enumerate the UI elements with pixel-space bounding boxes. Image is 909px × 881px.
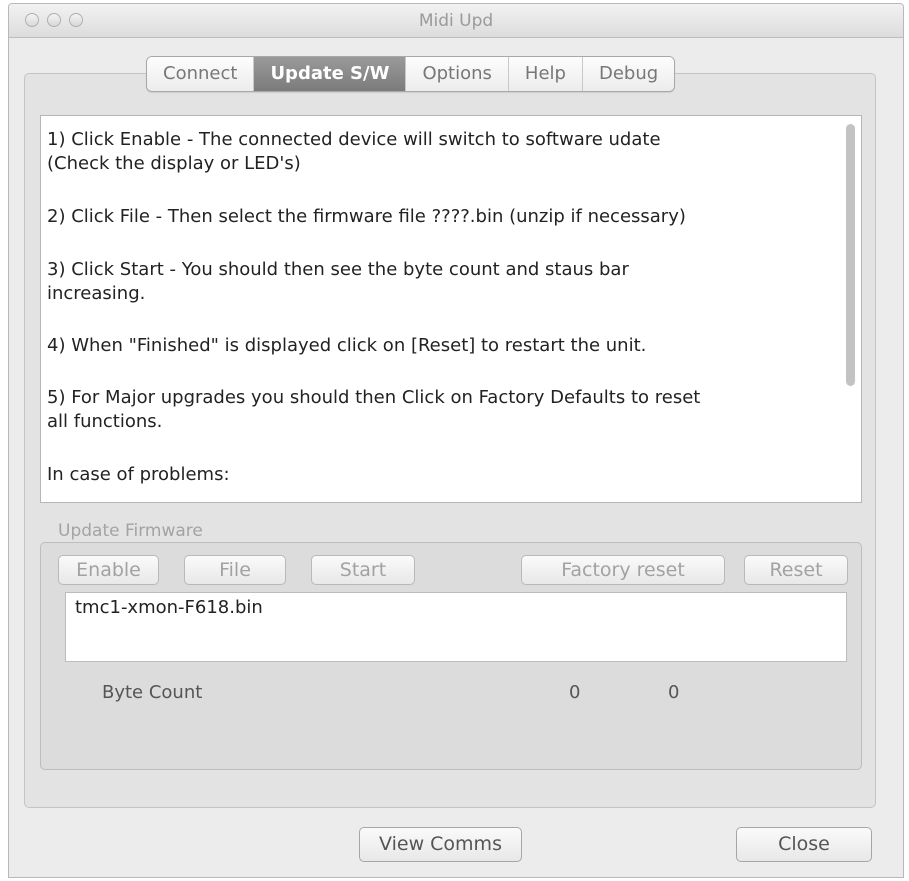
- instruction-line: 2) Click File - Then select the firmware…: [47, 206, 686, 227]
- byte-count-total: 0: [668, 682, 680, 703]
- instruction-line: 5) For Major upgrades you should then Cl…: [47, 387, 701, 408]
- instruction-line: increasing.: [47, 283, 146, 304]
- view-comms-button[interactable]: View Comms: [359, 827, 522, 862]
- instruction-line: 3) Click Start - You should then see the…: [47, 259, 629, 280]
- byte-count-label: Byte Count: [102, 682, 203, 703]
- file-name-field[interactable]: tmc1-xmon-F618.bin: [65, 592, 847, 662]
- title-bar: Midi Upd: [9, 4, 903, 38]
- file-button[interactable]: File: [184, 555, 286, 585]
- close-button[interactable]: Close: [736, 827, 872, 862]
- window-title: Midi Upd: [418, 11, 494, 31]
- reset-button[interactable]: Reset: [744, 555, 848, 585]
- instructions-text-area[interactable]: 1) Click Enable - The connected device w…: [40, 115, 862, 503]
- start-button[interactable]: Start: [311, 555, 415, 585]
- enable-button[interactable]: Enable: [58, 555, 159, 585]
- instruction-line: In case of problems:: [47, 464, 230, 485]
- instruction-line: all functions.: [47, 411, 163, 432]
- update-firmware-label: Update Firmware: [58, 521, 203, 541]
- tab-options[interactable]: Options: [406, 57, 509, 91]
- tab-help[interactable]: Help: [508, 57, 583, 91]
- tab-bar: Connect Update S/W Options Help Debug: [146, 56, 676, 92]
- instruction-line: (Check the display or LED's): [47, 153, 301, 174]
- byte-count-value: 0: [569, 682, 581, 703]
- instruction-line: 1) Click Enable - The connected device w…: [47, 129, 661, 150]
- tab-connect[interactable]: Connect: [147, 57, 255, 91]
- tab-debug[interactable]: Debug: [582, 57, 675, 91]
- file-name-text: tmc1-xmon-F618.bin: [75, 597, 263, 618]
- scrollbar-thumb[interactable]: [846, 124, 855, 386]
- tab-update-sw[interactable]: Update S/W: [254, 57, 407, 91]
- factory-reset-button[interactable]: Factory reset: [521, 555, 725, 585]
- instruction-line: 4) When "Finished" is displayed click on…: [47, 335, 647, 356]
